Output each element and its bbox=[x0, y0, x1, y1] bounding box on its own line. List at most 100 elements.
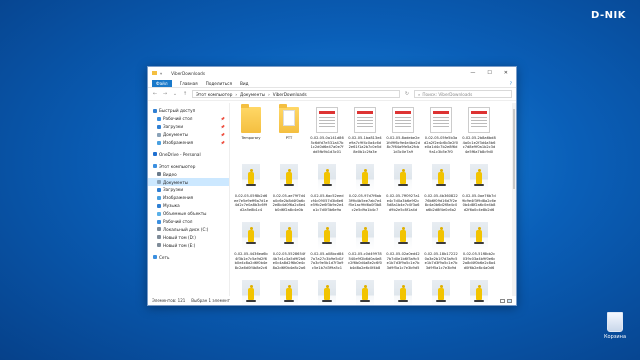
file-item[interactable]: 0-02-05-05f8b2d6ee7e5e9eff6a7d1e4d2c7e0a… bbox=[234, 163, 268, 217]
vertical-scrollbar[interactable] bbox=[512, 103, 516, 296]
nav-item[interactable]: Документы bbox=[148, 178, 229, 187]
document-thumbnail bbox=[314, 105, 340, 135]
file-item[interactable]: 0-02-05-18b172220a3e2b1f7d3a9c5e1b7d3f9a… bbox=[424, 221, 458, 275]
scrollbar-thumb[interactable] bbox=[513, 109, 515, 189]
file-name: 0-02-05-05fe5b3ad2a2f2e4c6b3e2f0e0a1d4c7… bbox=[424, 136, 458, 154]
pictures-icon bbox=[157, 140, 161, 145]
file-item[interactable]: PTT bbox=[272, 104, 306, 159]
file-name: 0-02-05-4436ea6b4f3b1e7c5a9d2f6b0e4c8a2d… bbox=[234, 252, 268, 270]
breadcrumb-documents[interactable]: Документы bbox=[240, 92, 265, 97]
file-item[interactable]: 0-02-05-05fe5b3ad2a2f2e4c6b3e2f0e0a1d4c7… bbox=[424, 105, 458, 159]
tab-home[interactable]: Главная bbox=[180, 81, 198, 86]
music-icon bbox=[157, 203, 161, 208]
nav-item-label: Документы bbox=[163, 132, 189, 138]
file-item[interactable]: 0-02-05-6ac52eedcf4c09057d3b6e6e59b2e6f3… bbox=[310, 163, 344, 217]
file-name: 0-02-05-02a0ed427b7d0e1b6f3a9c5e1b7d3f9a… bbox=[386, 252, 420, 270]
nav-item[interactable]: Сеть bbox=[148, 253, 229, 261]
file-item[interactable]: 0-02-05-c0d49978540e9f2b6d0a4e8c2f6b0d4a… bbox=[348, 221, 382, 275]
nav-item[interactable]: Видео bbox=[148, 170, 229, 178]
nav-item[interactable]: Загрузки bbox=[148, 186, 229, 194]
minimize-button[interactable]: — bbox=[470, 70, 475, 76]
photo-thumbnail bbox=[238, 221, 264, 251]
3d-objects-icon bbox=[157, 211, 161, 216]
file-name: 0-02-05-05f8b2d6ee7e5e9eff6a7d1e4d2c7e0a… bbox=[234, 194, 268, 212]
recycle-bin[interactable]: Корзина bbox=[598, 312, 632, 354]
file-name: Temporary bbox=[241, 136, 261, 140]
file-item[interactable]: 0-02-05-97d7f6ab3f9b4b5ee7ab7e4f5e1ac9fd… bbox=[348, 163, 382, 217]
file-item[interactable]: 0-02-05-8adebe2e1fd9f6c9e4e4be2d8c7f64a9… bbox=[386, 105, 420, 159]
network-icon bbox=[153, 255, 157, 260]
file-name: 0-02-05-97d7f6ab3f9b4b5ee7ab7e4f5e1ac9fd… bbox=[348, 194, 382, 212]
file-item[interactable]: 0-02-05-2b8a6bd84a0c1e2f3d4a5b6c7d8e9f0a… bbox=[462, 105, 496, 159]
file-item[interactable]: Temporary bbox=[234, 104, 268, 159]
file-item[interactable]: 0-02-05-51f8bb2c039c03a4b9f0e6c2a8d4f0b6… bbox=[462, 221, 496, 275]
quick-access-toolbar-icon[interactable]: ▾ bbox=[160, 71, 162, 76]
nav-item[interactable]: Изображения 📌 bbox=[148, 139, 229, 147]
help-icon[interactable]: ? bbox=[510, 81, 512, 86]
file-name: 0-02-05-0a141d865c6dfd7e531a47b1c2d0d6e4… bbox=[310, 136, 344, 154]
forward-arrow-icon[interactable]: → bbox=[162, 91, 168, 97]
file-name: 0-02-05-6ac52eedcf4c09057d3b6e6e59b2e6f3… bbox=[310, 194, 344, 212]
file-item[interactable]: 0-02-05-5528654f4b7e1c3a5d9f2b6e0c4a8d2f… bbox=[272, 221, 306, 275]
window-title: ViberDownloads bbox=[171, 70, 205, 76]
file-item[interactable]: 0-02-05-ae79f7d4a0c6e2b8d4f0a6c2e8b4d0f6… bbox=[272, 163, 306, 217]
tab-view[interactable]: Вид bbox=[240, 81, 249, 86]
nav-item[interactable]: Документы 📌 bbox=[148, 131, 229, 139]
nav-item-label: Новый том (D:) bbox=[163, 234, 196, 240]
nav-item[interactable]: Новый том (D:) bbox=[148, 233, 229, 241]
file-item[interactable]: 0-02-05-02a0ed427b7d0e1b6f3a9c5e1b7d3f9a… bbox=[386, 221, 420, 275]
file-item[interactable]: 0-02-05-7ff0927a1e4c7d0a3b6e9f2c5d8a1b4e… bbox=[386, 163, 420, 217]
address-bar-row: ← → ⌄ ↑ Этот компьютер › Документы › Vib… bbox=[148, 88, 516, 101]
maximize-button[interactable]: ☐ bbox=[487, 70, 491, 76]
nav-item[interactable]: Изображения bbox=[148, 194, 229, 202]
nav-item-label: Изображения bbox=[163, 140, 194, 145]
nav-item-label: Загрузки bbox=[163, 124, 184, 130]
photo-thumbnail bbox=[276, 163, 302, 193]
recent-locations-icon[interactable]: ⌄ bbox=[172, 91, 178, 97]
folder-icon bbox=[238, 104, 264, 135]
nav-item[interactable]: Объемные объекты bbox=[148, 210, 229, 218]
photo-thumbnail bbox=[276, 221, 302, 251]
file-name: PTT bbox=[285, 136, 293, 140]
search-input[interactable]: ⌕ Поиск: ViberDownloads bbox=[414, 90, 512, 98]
nav-item[interactable]: Загрузки 📌 bbox=[148, 123, 229, 131]
close-button[interactable]: ✕ bbox=[504, 70, 508, 76]
file-item[interactable]: 0-02-05-4b36082276b6f09d16d7f2e8c4a0b6d2… bbox=[424, 163, 458, 217]
tab-share[interactable]: Поделиться bbox=[206, 81, 232, 86]
up-arrow-icon[interactable]: ↑ bbox=[182, 91, 188, 97]
nav-item[interactable]: Новый том (E:) bbox=[148, 241, 229, 249]
nav-item[interactable]: Быстрый доступ bbox=[148, 107, 229, 115]
file-item[interactable]: 0-02-05-1ba813e4e9a7c9f4c0a4c6d2e61f1a2b… bbox=[348, 105, 382, 159]
nav-item-label: OneDrive - Personal bbox=[159, 151, 201, 157]
search-icon: ⌕ bbox=[418, 91, 421, 97]
breadcrumb-this-pc[interactable]: Этот компьютер bbox=[196, 92, 232, 97]
nav-item-label: Сеть bbox=[159, 254, 170, 260]
large-icons-view-icon[interactable] bbox=[507, 298, 512, 303]
details-view-icon[interactable] bbox=[500, 298, 505, 303]
item-count: Элементов: 121 bbox=[152, 298, 186, 303]
documents-icon bbox=[157, 180, 161, 185]
tab-file[interactable]: Файл bbox=[152, 79, 172, 87]
nav-item-label: Быстрый доступ bbox=[159, 108, 196, 114]
nav-item[interactable]: Музыка bbox=[148, 202, 229, 210]
back-arrow-icon[interactable]: ← bbox=[152, 91, 158, 97]
drive-icon bbox=[157, 227, 161, 232]
file-item[interactable]: 0-02-05-4436ea6b4f3b1e7c5a9d2f6b0e4c8a2d… bbox=[234, 221, 268, 275]
nav-item-label: Документы bbox=[163, 179, 189, 185]
nav-item[interactable]: Этот компьютер bbox=[148, 162, 229, 170]
file-name: 0-02-05-1ba813e4e9a7c9f4c0a4c6d2e61f1a2b… bbox=[348, 136, 382, 154]
photo-thumbnail bbox=[390, 221, 416, 251]
address-path[interactable]: Этот компьютер › Документы › ViberDownlo… bbox=[192, 90, 400, 98]
file-item[interactable]: 0-02-05-a08bcd847a7a27c3b9e5d1f7a3c9e5b1… bbox=[310, 221, 344, 275]
search-placeholder: Поиск: ViberDownloads bbox=[422, 91, 473, 97]
nav-item[interactable]: Рабочий стол 📌 bbox=[148, 115, 229, 123]
nav-item[interactable]: Рабочий стол bbox=[148, 218, 229, 226]
file-item[interactable]: 0-02-05-0a141d865c6dfd7e531a47b1c2d0d6e4… bbox=[310, 105, 344, 159]
desktop-icon bbox=[157, 116, 161, 121]
file-item[interactable]: 0-02-05-0ae76b7d9b9e4f3f9d8a2c6e0b4d8f2a… bbox=[462, 163, 496, 217]
explorer-window: ▾ ViberDownloads — ☐ ✕ Файл Главная Поде… bbox=[147, 66, 517, 306]
nav-item[interactable]: OneDrive - Personal bbox=[148, 150, 229, 158]
breadcrumb-viberdownloads[interactable]: ViberDownloads bbox=[273, 92, 307, 97]
nav-item[interactable]: Локальный диск (C:) bbox=[148, 225, 229, 233]
refresh-icon[interactable]: ↻ bbox=[404, 91, 410, 97]
